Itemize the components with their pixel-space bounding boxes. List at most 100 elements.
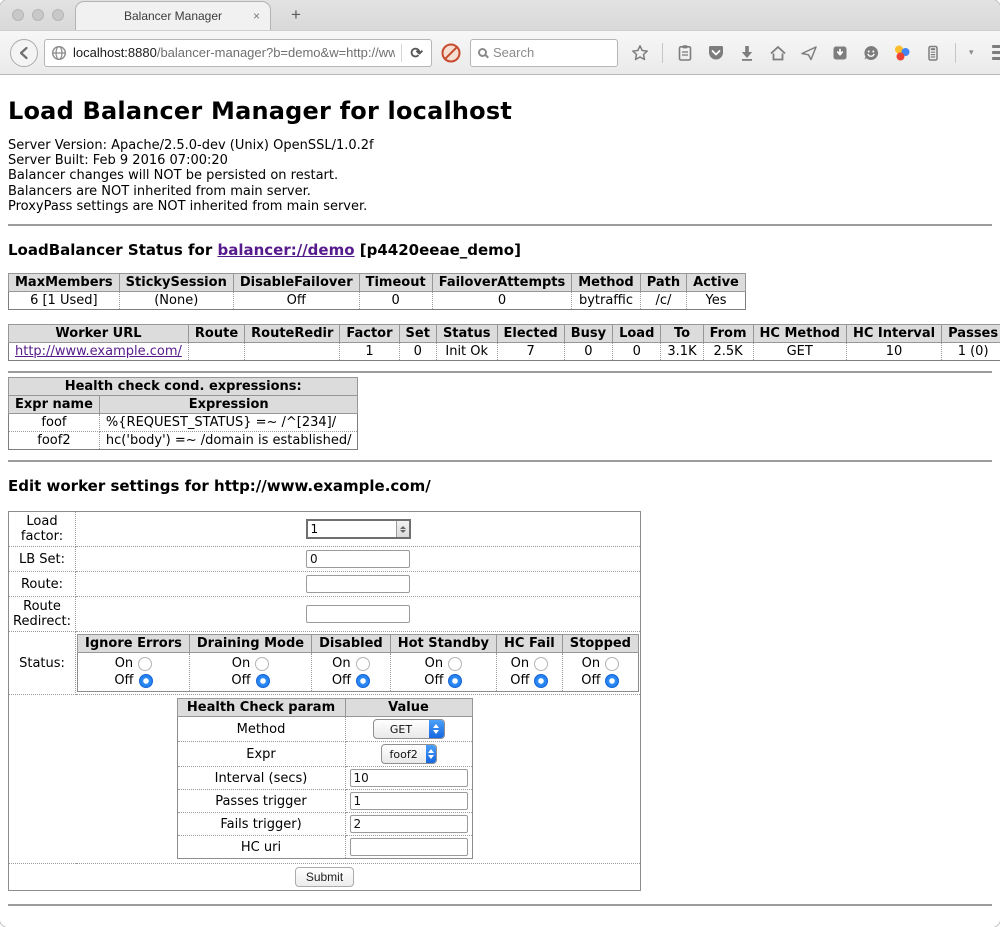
worker-url-link[interactable]: http://www.example.com/ (15, 344, 182, 359)
url-text[interactable]: localhost:8880/balancer-manager?b=demo&w… (73, 45, 395, 60)
route-redirect-input[interactable] (306, 605, 410, 623)
reload-icon[interactable]: ⟳ (408, 44, 425, 62)
load-factor-stepper[interactable] (306, 519, 411, 539)
table-cell: 10 (846, 343, 941, 361)
interval-secs-input[interactable] (350, 769, 468, 787)
fails-trigger-value-cell (345, 813, 472, 836)
status-cell-disabled: OnOff (312, 653, 391, 692)
page-title: Load Balancer Manager for localhost (8, 97, 992, 125)
close-window-button[interactable] (12, 9, 24, 21)
back-button[interactable] (10, 39, 38, 67)
status-draining-mode-off-radio[interactable] (256, 674, 270, 688)
browser-tab[interactable]: Balancer Manager × (75, 1, 271, 30)
content-blocker-icon[interactable] (440, 42, 462, 64)
form-row: LB Set: (9, 547, 641, 572)
form-row: Route Redirect: (9, 597, 641, 632)
passes-trigger-input[interactable] (350, 792, 468, 810)
expr-selected-value: foof2 (382, 748, 426, 761)
status-cell-ignore-errors: OnOff (78, 653, 190, 692)
status-hot-standby-on-radio[interactable] (448, 657, 462, 671)
method-select[interactable]: GET (373, 719, 445, 739)
table-row: foof%{REQUEST_STATUS} =~ /^[234]/ (9, 414, 358, 432)
method-selected-value: GET (374, 723, 429, 736)
download-icon[interactable] (738, 44, 756, 62)
hc-uri-label: HC uri (177, 836, 345, 859)
expr-name-cell: foof (9, 414, 100, 432)
menu-icon[interactable] (992, 45, 1000, 60)
edit-worker-form: Load factor: LB Set: Route: (8, 511, 641, 891)
table-row: foof2hc('body') =~ /domain is establishe… (9, 432, 358, 450)
radio-label: On (511, 656, 529, 671)
server-info: Server Version: Apache/2.5.0-dev (Unix) … (8, 138, 992, 214)
minimize-window-button[interactable] (32, 9, 44, 21)
status-hc-fail-off-radio[interactable] (534, 674, 548, 688)
hc-param-row: HC uri (177, 836, 472, 859)
route-input[interactable] (306, 575, 410, 593)
table-cell: 0 (564, 343, 612, 361)
hc-column-header-value: Value (345, 699, 472, 717)
expr-table-title: Health check cond. expressions: (9, 378, 358, 396)
search-input[interactable]: Search (470, 39, 618, 67)
send-icon[interactable] (800, 44, 818, 62)
url-bar[interactable]: localhost:8880/balancer-manager?b=demo&w… (44, 39, 432, 67)
colored-dots-icon[interactable] (893, 44, 911, 62)
number-spinner-icon[interactable] (396, 521, 409, 537)
hc-param-row: Expr foof2 (177, 742, 472, 767)
status-draining-mode-on-radio[interactable] (255, 657, 269, 671)
table-cell: GET (753, 343, 846, 361)
status-hot-standby-off-radio[interactable] (448, 674, 462, 688)
zoom-window-button[interactable] (52, 9, 64, 21)
lb-set-input[interactable] (306, 550, 410, 568)
health-expressions-table: Health check cond. expressions:Expr name… (8, 377, 358, 450)
expr-select[interactable]: foof2 (381, 744, 437, 764)
status-stopped-on-radio[interactable] (605, 657, 619, 671)
column-header-to: To (661, 325, 703, 343)
tab-close-icon[interactable]: × (253, 9, 260, 23)
download-panel-icon[interactable] (831, 44, 849, 62)
method-label: Method (177, 717, 345, 742)
column-header-expression: Expression (99, 396, 358, 414)
status-disabled-on-radio[interactable] (356, 657, 370, 671)
extension-panel-icon[interactable] (924, 44, 942, 62)
navigation-toolbar: localhost:8880/balancer-manager?b=demo&w… (0, 30, 1000, 75)
pocket-icon[interactable] (707, 44, 725, 62)
balancer-link[interactable]: balancer://demo (217, 241, 354, 259)
submit-button[interactable]: Submit (295, 867, 354, 887)
health-check-param-table: Health Check paramValueMethod GET Expr foof… (177, 698, 473, 859)
window-controls (12, 9, 64, 21)
clipboard-icon[interactable] (676, 44, 694, 62)
status-stopped-off-radio[interactable] (605, 674, 619, 688)
expression-cell: %{REQUEST_STATUS} =~ /^[234]/ (99, 414, 358, 432)
status-ignore-errors-off-radio[interactable] (139, 674, 153, 688)
fails-trigger-input[interactable] (350, 815, 468, 833)
column-header-factor: Factor (340, 325, 399, 343)
page-content: Load Balancer Manager for localhost Serv… (0, 75, 1000, 927)
radio-label: On (582, 656, 600, 671)
load-factor-input[interactable] (308, 521, 396, 537)
status-hc-fail-on-radio[interactable] (534, 657, 548, 671)
feedback-smiley-icon[interactable] (862, 44, 880, 62)
column-header-method: Method (572, 274, 640, 292)
submit-row: Submit (9, 864, 641, 891)
status-row: Status: Ignore ErrorsDraining ModeDisabl… (9, 632, 641, 695)
home-icon[interactable] (769, 44, 787, 62)
column-header-failoverattempts: FailoverAttempts (432, 274, 572, 292)
table-cell: 1 (0) (942, 343, 1000, 361)
radio-label: Off (510, 673, 529, 688)
overflow-caret-icon[interactable]: ▾ (969, 47, 974, 58)
table-cell (188, 343, 244, 361)
hc-uri-input[interactable] (350, 838, 468, 856)
status-cell-stopped: OnOff (562, 653, 638, 692)
table-cell: Yes (687, 292, 746, 310)
status-col-hc-fail: HC Fail (497, 635, 563, 653)
bookmark-star-icon[interactable] (631, 44, 649, 62)
new-tab-button[interactable]: + (285, 5, 307, 25)
status-ignore-errors-on-radio[interactable] (138, 657, 152, 671)
hc-param-row: Interval (secs) (177, 767, 472, 790)
hc-column-header-health-check-param: Health Check param (177, 699, 345, 717)
expression-cell: hc('body') =~ /domain is established/ (99, 432, 358, 450)
expr-label: Expr (177, 742, 345, 767)
status-disabled-off-radio[interactable] (356, 674, 370, 688)
status-col-disabled: Disabled (312, 635, 391, 653)
hc-param-row: Fails trigger) (177, 813, 472, 836)
